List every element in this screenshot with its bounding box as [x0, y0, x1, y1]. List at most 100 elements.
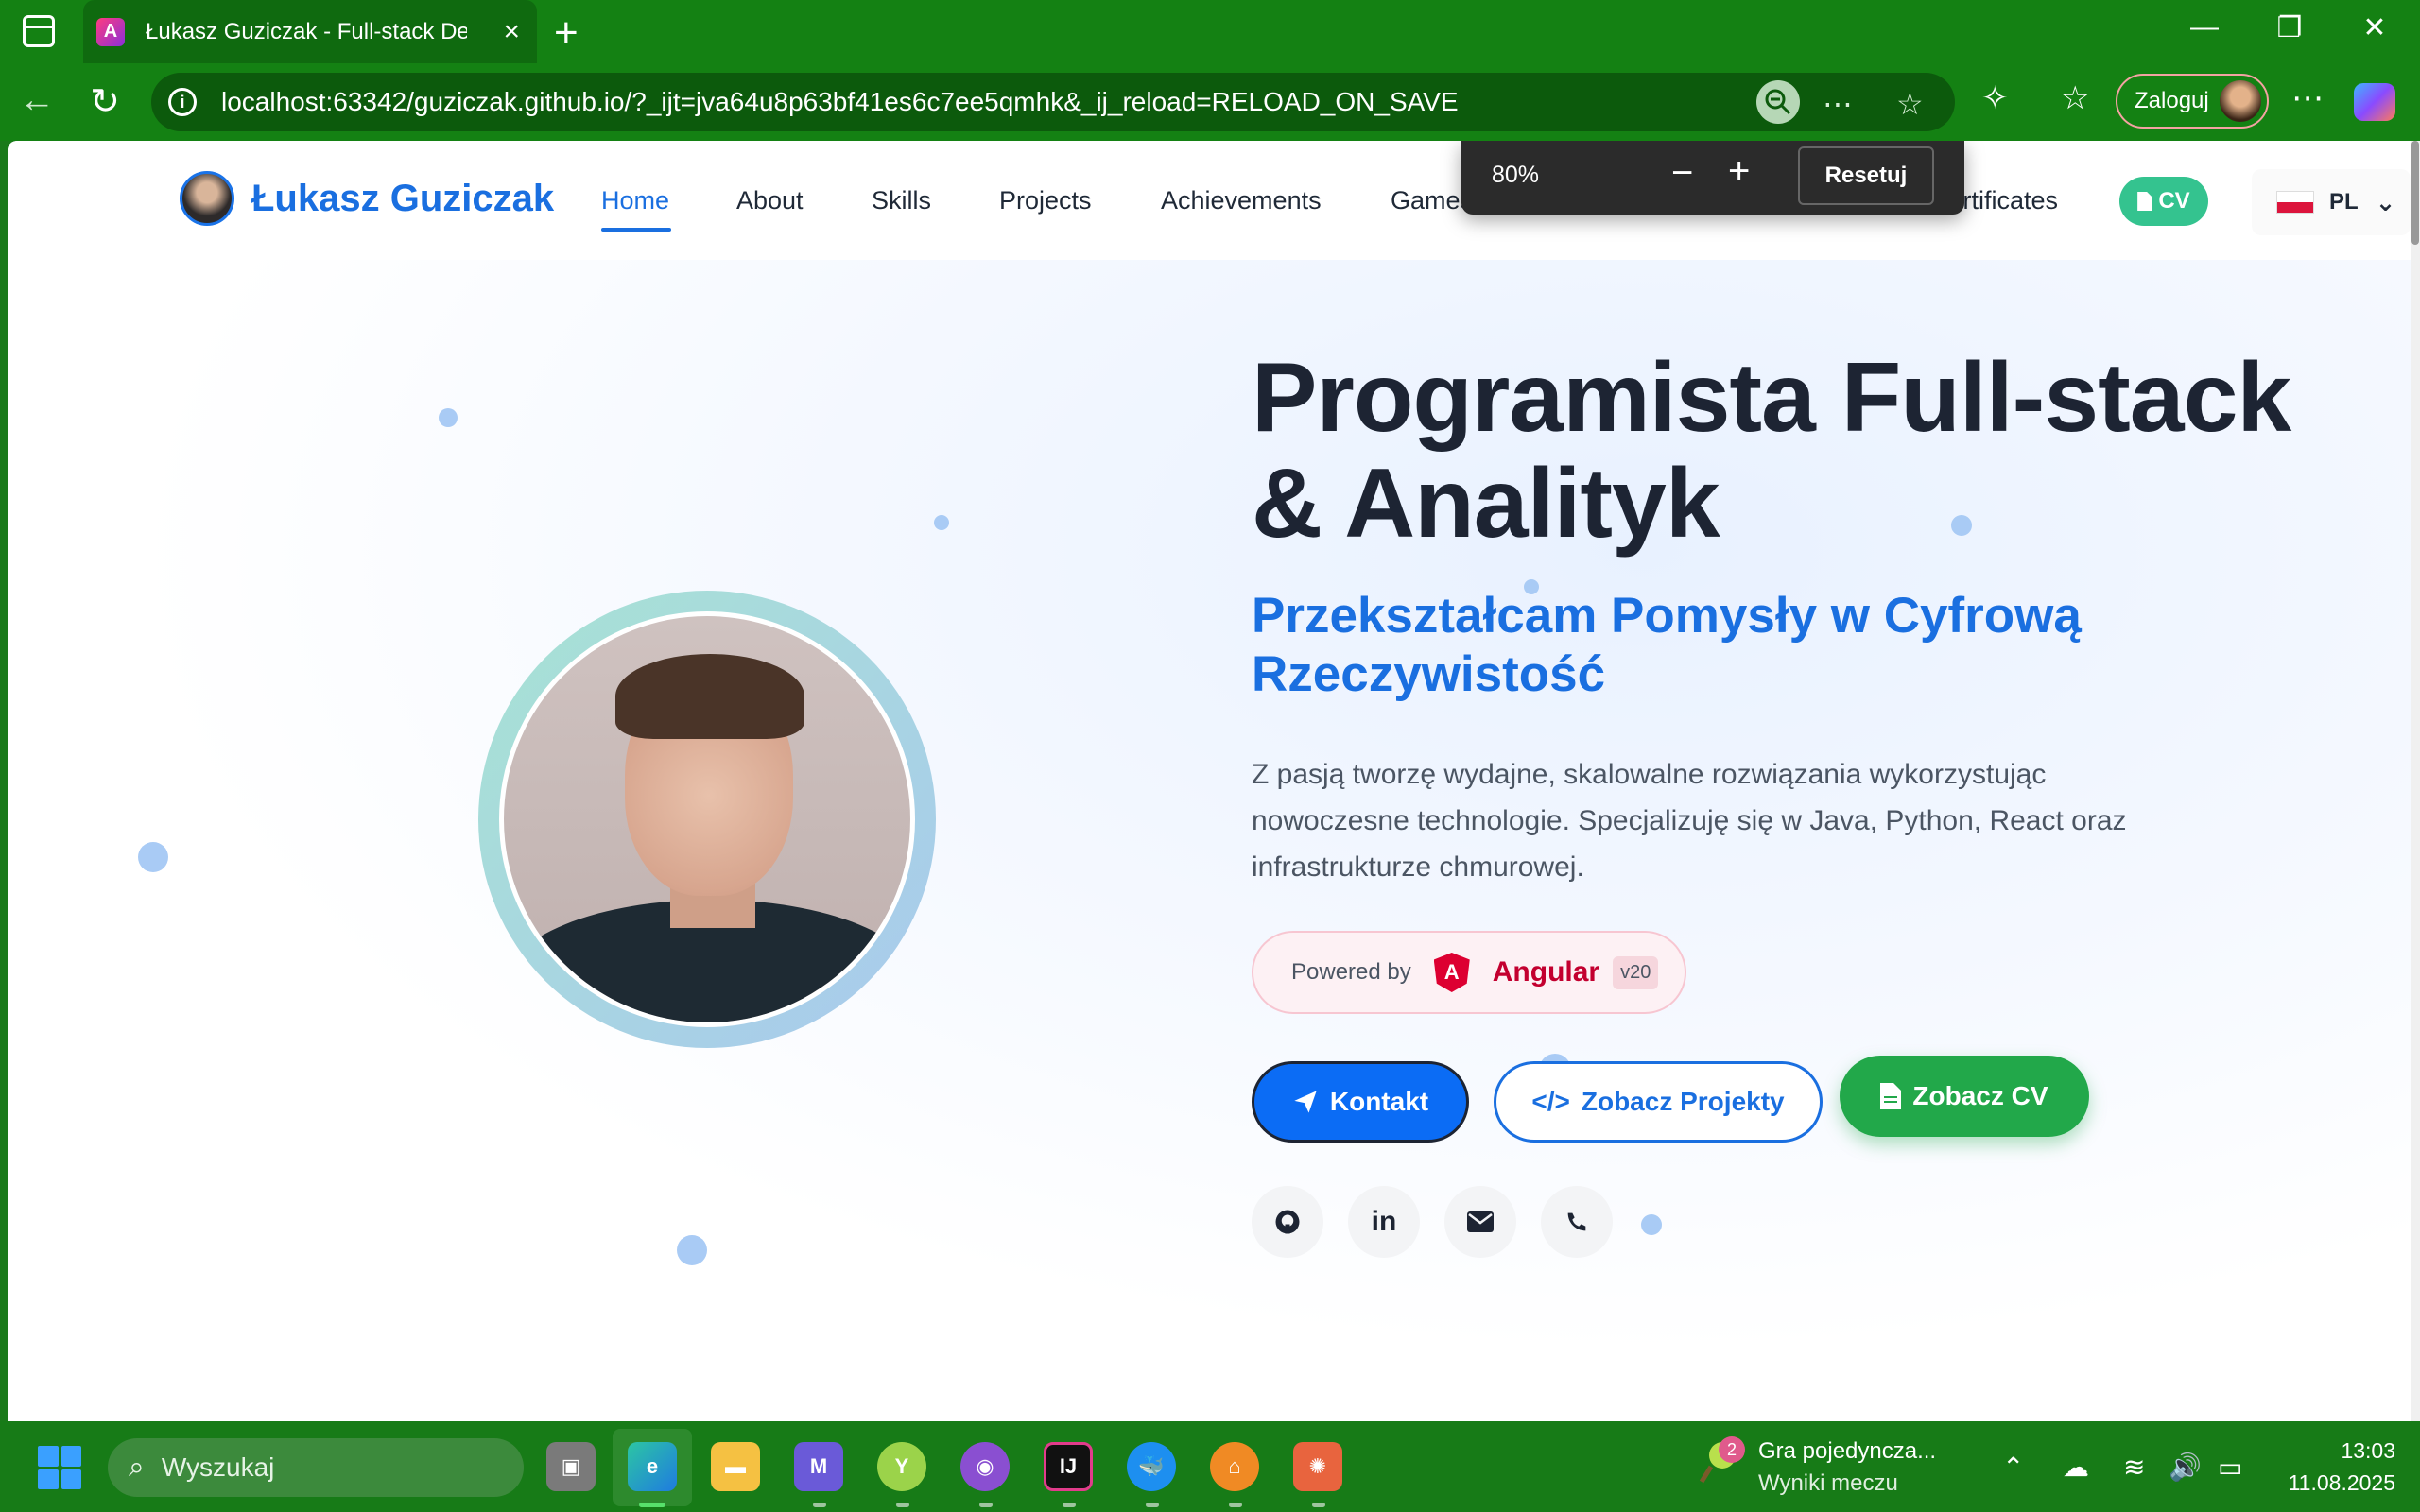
- decor-dot: [439, 408, 458, 427]
- brand-link[interactable]: Łukasz Guziczak: [180, 171, 554, 226]
- windows-start-icon[interactable]: [38, 1446, 81, 1489]
- nav-home[interactable]: Home: [601, 186, 669, 215]
- running-indicator: [1312, 1503, 1325, 1507]
- close-window-icon[interactable]: ✕: [2346, 11, 2403, 44]
- profile-avatar: [2220, 80, 2261, 122]
- taskbar-search-placeholder: Wyszukaj: [161, 1452, 275, 1482]
- back-icon[interactable]: ←: [13, 80, 60, 121]
- site-navbar: Łukasz Guziczak Home About Skills Projec…: [8, 141, 2411, 260]
- settings-more-icon[interactable]: ⋯: [2291, 79, 2324, 117]
- copilot-icon[interactable]: [2354, 83, 2395, 121]
- new-tab-icon[interactable]: +: [554, 9, 579, 57]
- profile-button[interactable]: Zaloguj: [2116, 74, 2269, 129]
- github-desktop-icon[interactable]: ◉: [960, 1442, 1010, 1491]
- phone-link[interactable]: [1541, 1186, 1613, 1258]
- notification-title[interactable]: Gra pojedyncza...: [1758, 1438, 1936, 1465]
- file-explorer-icon[interactable]: ▬: [711, 1442, 760, 1491]
- minimize-icon[interactable]: —: [2176, 11, 2233, 43]
- hero-headline: Programista Full-stack & Analityk: [1252, 343, 2291, 558]
- toolbar: ← ↻ i localhost:63342/guziczak.github.io…: [0, 63, 2420, 141]
- nav-skills[interactable]: Skills: [872, 186, 931, 215]
- reload-icon[interactable]: ↻: [81, 80, 129, 123]
- more-tools-icon[interactable]: ⋯: [1823, 86, 1853, 122]
- cloud-offline-icon[interactable]: ☁: [2063, 1452, 2089, 1483]
- view-projects-button[interactable]: </> Zobacz Projekty: [1494, 1061, 1823, 1143]
- running-indicator: [896, 1503, 909, 1507]
- zoom-indicator-icon[interactable]: [1756, 80, 1800, 124]
- wifi-icon[interactable]: ≋: [2123, 1452, 2145, 1483]
- language-code: PL: [2329, 189, 2359, 215]
- vpn-app-icon[interactable]: ⌂: [1210, 1442, 1259, 1491]
- battery-icon[interactable]: ▭: [2218, 1452, 2242, 1483]
- chevron-down-icon: ⌄: [2375, 187, 2396, 216]
- clock-time[interactable]: 13:03: [2320, 1438, 2395, 1464]
- extensions-icon[interactable]: ✧: [1981, 79, 2009, 117]
- running-indicator: [1063, 1503, 1076, 1507]
- notification-badge: 2: [1719, 1436, 1745, 1463]
- angular-logo-icon: A: [1433, 953, 1470, 992]
- notification-subtitle[interactable]: Wyniki meczu: [1758, 1470, 1898, 1497]
- nav-projects[interactable]: Projects: [999, 186, 1092, 215]
- page-viewport: Programista Full-stack & Analityk Przeks…: [8, 141, 2411, 1421]
- code-icon: </>: [1531, 1087, 1570, 1116]
- decor-dot: [677, 1235, 707, 1265]
- profile-photo: [499, 611, 915, 1027]
- favorite-star-icon[interactable]: ☆: [1896, 86, 1924, 122]
- view-cv-label: Zobacz CV: [1912, 1081, 2048, 1110]
- cv-pill-label: CV: [2158, 188, 2190, 214]
- nav-active-indicator: [601, 228, 671, 232]
- active-tab[interactable]: A Łukasz Guziczak - Full-stack Devel ×: [83, 0, 537, 63]
- url-text[interactable]: localhost:63342/guziczak.github.io/?_ijt…: [221, 87, 1459, 117]
- docker-icon[interactable]: 🐳: [1127, 1442, 1176, 1491]
- running-indicator: [813, 1503, 826, 1507]
- claude-app-icon[interactable]: ✺: [1293, 1442, 1342, 1491]
- hero-description: Z pasją tworzę wydajne, skalowalne rozwi…: [1252, 759, 2127, 883]
- poland-flag-icon: [2276, 191, 2314, 214]
- mail-app-icon[interactable]: M: [794, 1442, 843, 1491]
- envelope-icon: [1467, 1211, 1494, 1232]
- decor-dot: [934, 515, 949, 530]
- decor-dot: [1641, 1214, 1662, 1235]
- file-icon: [1880, 1083, 1902, 1109]
- address-bar[interactable]: i localhost:63342/guziczak.github.io/?_i…: [151, 73, 1955, 131]
- contact-button[interactable]: Kontakt: [1252, 1061, 1469, 1143]
- edge-browser-icon[interactable]: e: [628, 1442, 677, 1491]
- zoom-popup: 80% − + Resetuj: [1461, 141, 1964, 215]
- linkedin-icon: in: [1371, 1206, 1397, 1237]
- github-link[interactable]: [1252, 1186, 1323, 1258]
- widget-notification[interactable]: 2: [1698, 1436, 1745, 1493]
- page-scrollbar[interactable]: [2411, 141, 2420, 1421]
- language-selector[interactable]: PL ⌄: [2252, 169, 2411, 235]
- windows-taskbar: ⌕ Wyszukaj ▣ e ▬ M Y ◉ IJ 🐳 ⌂ ✺ 2 Gra po…: [0, 1421, 2420, 1512]
- volume-icon[interactable]: 🔊: [2169, 1452, 2202, 1483]
- intellij-icon[interactable]: IJ: [1044, 1442, 1093, 1491]
- zoom-reset-button[interactable]: Resetuj: [1798, 146, 1934, 205]
- tab-close-icon[interactable]: ×: [503, 16, 520, 48]
- powered-by-label: Powered by: [1291, 959, 1411, 985]
- tray-chevron-up-icon[interactable]: ⌃: [2002, 1452, 2024, 1483]
- brand-name: Łukasz Guziczak: [251, 177, 555, 219]
- view-cv-button[interactable]: Zobacz CV: [1840, 1056, 2089, 1137]
- tab-actions-icon[interactable]: [23, 15, 55, 47]
- restore-icon[interactable]: ❐: [2261, 11, 2318, 44]
- cv-download-pill[interactable]: CV: [2119, 177, 2208, 226]
- phone-icon: [1567, 1212, 1586, 1231]
- decor-dot: [138, 842, 168, 872]
- email-link[interactable]: [1444, 1186, 1516, 1258]
- zoom-out-icon[interactable]: −: [1671, 152, 1693, 195]
- nav-about[interactable]: About: [736, 186, 804, 215]
- favorites-icon[interactable]: ☆: [2061, 79, 2089, 117]
- github-icon: [1275, 1210, 1300, 1234]
- tool-app-icon[interactable]: Y: [877, 1442, 926, 1491]
- clock-date[interactable]: 11.08.2025: [2282, 1470, 2395, 1496]
- taskbar-search[interactable]: ⌕ Wyszukaj: [108, 1438, 524, 1497]
- scrollbar-thumb[interactable]: [2411, 141, 2419, 245]
- linkedin-link[interactable]: in: [1348, 1186, 1420, 1258]
- zoom-in-icon[interactable]: +: [1728, 150, 1750, 193]
- nav-achievements[interactable]: Achievements: [1161, 186, 1322, 215]
- site-info-icon[interactable]: i: [168, 88, 197, 116]
- running-indicator: [639, 1503, 666, 1507]
- task-view-icon[interactable]: ▣: [546, 1442, 596, 1491]
- running-indicator: [1146, 1503, 1159, 1507]
- nav-games[interactable]: Games: [1391, 186, 1473, 215]
